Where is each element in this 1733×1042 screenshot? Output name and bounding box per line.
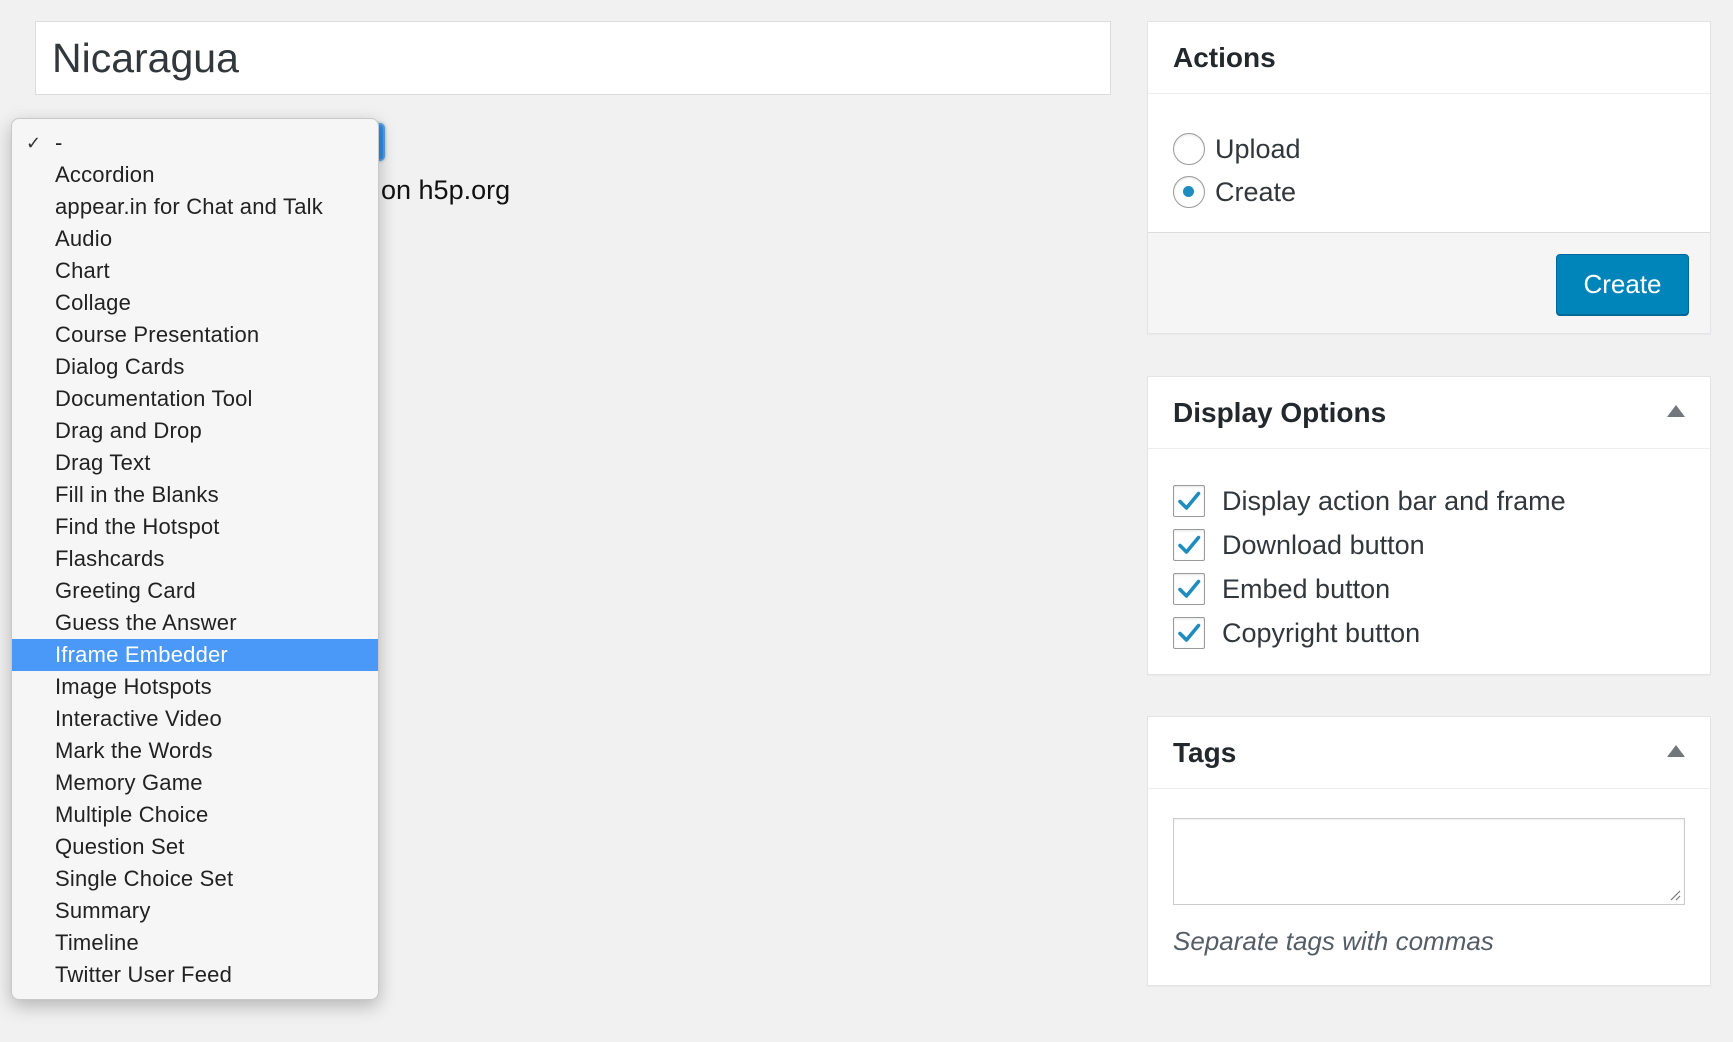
- tags-panel: Tags Separate tags with commas: [1147, 716, 1711, 986]
- collapse-arrow-icon[interactable]: [1667, 405, 1685, 417]
- upload-label[interactable]: Upload: [1215, 134, 1301, 165]
- dropdown-option[interactable]: appear.in for Chat and Talk: [12, 191, 378, 223]
- dropdown-option[interactable]: Chart: [12, 255, 378, 287]
- resize-handle-icon[interactable]: [1669, 889, 1681, 901]
- dropdown-option-label: Mark the Words: [55, 738, 213, 763]
- dropdown-option[interactable]: Greeting Card: [12, 575, 378, 607]
- dropdown-option[interactable]: Multiple Choice: [12, 799, 378, 831]
- dropdown-option[interactable]: Documentation Tool: [12, 383, 378, 415]
- dropdown-option[interactable]: Twitter User Feed: [12, 959, 378, 991]
- dropdown-option-label: Flashcards: [55, 546, 165, 571]
- upload-radio[interactable]: [1173, 133, 1205, 165]
- dropdown-option[interactable]: Image Hotspots: [12, 671, 378, 703]
- create-radio[interactable]: [1173, 176, 1205, 208]
- content-type-dropdown: ✓ - Accordion appear.in for Chat and Talk Au…: [11, 118, 379, 1000]
- display-options-header[interactable]: Display Options: [1148, 377, 1710, 449]
- checkmark-icon: [1178, 579, 1201, 598]
- display-option-checkbox[interactable]: [1173, 617, 1205, 649]
- tags-hint: Separate tags with commas: [1173, 926, 1494, 956]
- dropdown-option-label: Guess the Answer: [55, 610, 237, 635]
- dropdown-option[interactable]: Interactive Video: [12, 703, 378, 735]
- actions-title: Actions: [1173, 42, 1276, 73]
- display-options-panel: Display Options Display action bar and f…: [1147, 376, 1711, 675]
- dropdown-option[interactable]: Accordion: [12, 159, 378, 191]
- dropdown-option[interactable]: Course Presentation: [12, 319, 378, 351]
- collapse-arrow-icon[interactable]: [1667, 745, 1685, 757]
- dropdown-option-label: Course Presentation: [55, 322, 260, 347]
- display-option-label[interactable]: Display action bar and frame: [1222, 486, 1566, 517]
- actions-panel: Actions Upload Create Create: [1147, 21, 1711, 334]
- dropdown-option-label: Chart: [55, 258, 110, 283]
- dropdown-option[interactable]: Audio: [12, 223, 378, 255]
- dropdown-option[interactable]: Find the Hotspot: [12, 511, 378, 543]
- dropdown-option-label: Summary: [55, 898, 151, 923]
- tags-header[interactable]: Tags: [1148, 717, 1710, 789]
- display-option-row[interactable]: Display action bar and frame: [1173, 484, 1566, 518]
- dropdown-option-label: Twitter User Feed: [55, 962, 233, 987]
- upload-option[interactable]: Upload: [1173, 132, 1301, 166]
- display-option-checkbox[interactable]: [1173, 573, 1205, 605]
- actions-panel-header: Actions: [1148, 22, 1710, 94]
- dropdown-option-label: Multiple Choice: [55, 802, 209, 827]
- dropdown-option[interactable]: Fill in the Blanks: [12, 479, 378, 511]
- create-option[interactable]: Create: [1173, 175, 1296, 209]
- dropdown-option[interactable]: ✓ -: [12, 127, 378, 159]
- title-input[interactable]: Nicaragua: [35, 21, 1111, 95]
- create-button[interactable]: Create: [1556, 254, 1689, 315]
- dropdown-option[interactable]: Iframe Embedder: [12, 639, 378, 671]
- dropdown-option-label: Audio: [55, 226, 113, 251]
- dropdown-option-label: Question Set: [55, 834, 185, 859]
- dropdown-option-label: Timeline: [55, 930, 139, 955]
- dropdown-option[interactable]: Collage: [12, 287, 378, 319]
- tags-title: Tags: [1173, 737, 1237, 768]
- tags-textarea[interactable]: [1173, 818, 1685, 905]
- dropdown-option[interactable]: Drag and Drop: [12, 415, 378, 447]
- dropdown-option-label: Documentation Tool: [55, 386, 253, 411]
- create-label[interactable]: Create: [1215, 177, 1296, 208]
- dropdown-option-label: -: [55, 130, 63, 155]
- dropdown-option[interactable]: Question Set: [12, 831, 378, 863]
- actions-footer: Create: [1148, 232, 1710, 333]
- dropdown-option[interactable]: Summary: [12, 895, 378, 927]
- dropdown-option-label: Single Choice Set: [55, 866, 234, 891]
- dropdown-option[interactable]: Dialog Cards: [12, 351, 378, 383]
- checkmark-icon: [1178, 491, 1201, 510]
- dropdown-option[interactable]: Guess the Answer: [12, 607, 378, 639]
- display-option-row[interactable]: Embed button: [1173, 572, 1390, 606]
- dropdown-option[interactable]: Drag Text: [12, 447, 378, 479]
- dropdown-option-label: Find the Hotspot: [55, 514, 220, 539]
- display-option-label[interactable]: Embed button: [1222, 574, 1390, 605]
- checkmark-icon: [1178, 535, 1201, 554]
- dropdown-option-label: Collage: [55, 290, 132, 315]
- display-option-checkbox[interactable]: [1173, 529, 1205, 561]
- display-option-label[interactable]: Copyright button: [1222, 618, 1420, 649]
- dropdown-option-label: Accordion: [55, 162, 155, 187]
- dropdown-option-label: Memory Game: [55, 770, 203, 795]
- dropdown-option-label: Iframe Embedder: [55, 642, 228, 667]
- display-option-checkbox[interactable]: [1173, 485, 1205, 517]
- checkmark-icon: ✓: [26, 133, 42, 153]
- dropdown-option-label: appear.in for Chat and Talk: [55, 194, 323, 219]
- dropdown-option-label: Greeting Card: [55, 578, 196, 603]
- display-option-row[interactable]: Download button: [1173, 528, 1425, 562]
- dropdown-option-label: Drag and Drop: [55, 418, 202, 443]
- dropdown-option[interactable]: Memory Game: [12, 767, 378, 799]
- display-option-label[interactable]: Download button: [1222, 530, 1425, 561]
- checkmark-icon: [1178, 623, 1201, 642]
- dropdown-option-label: Dialog Cards: [55, 354, 185, 379]
- dropdown-option[interactable]: Mark the Words: [12, 735, 378, 767]
- display-options-title: Display Options: [1173, 397, 1387, 428]
- hint-suffix: on h5p.org: [373, 175, 511, 205]
- dropdown-option-label: Image Hotspots: [55, 674, 212, 699]
- dropdown-option-label: Interactive Video: [55, 706, 222, 731]
- dropdown-option[interactable]: Single Choice Set: [12, 863, 378, 895]
- display-option-row[interactable]: Copyright button: [1173, 616, 1420, 650]
- dropdown-option[interactable]: Timeline: [12, 927, 378, 959]
- dropdown-option-label: Drag Text: [55, 450, 151, 475]
- content-type-hint: s on h5p.org: [360, 175, 510, 206]
- dropdown-option[interactable]: Flashcards: [12, 543, 378, 575]
- dropdown-option-label: Fill in the Blanks: [55, 482, 219, 507]
